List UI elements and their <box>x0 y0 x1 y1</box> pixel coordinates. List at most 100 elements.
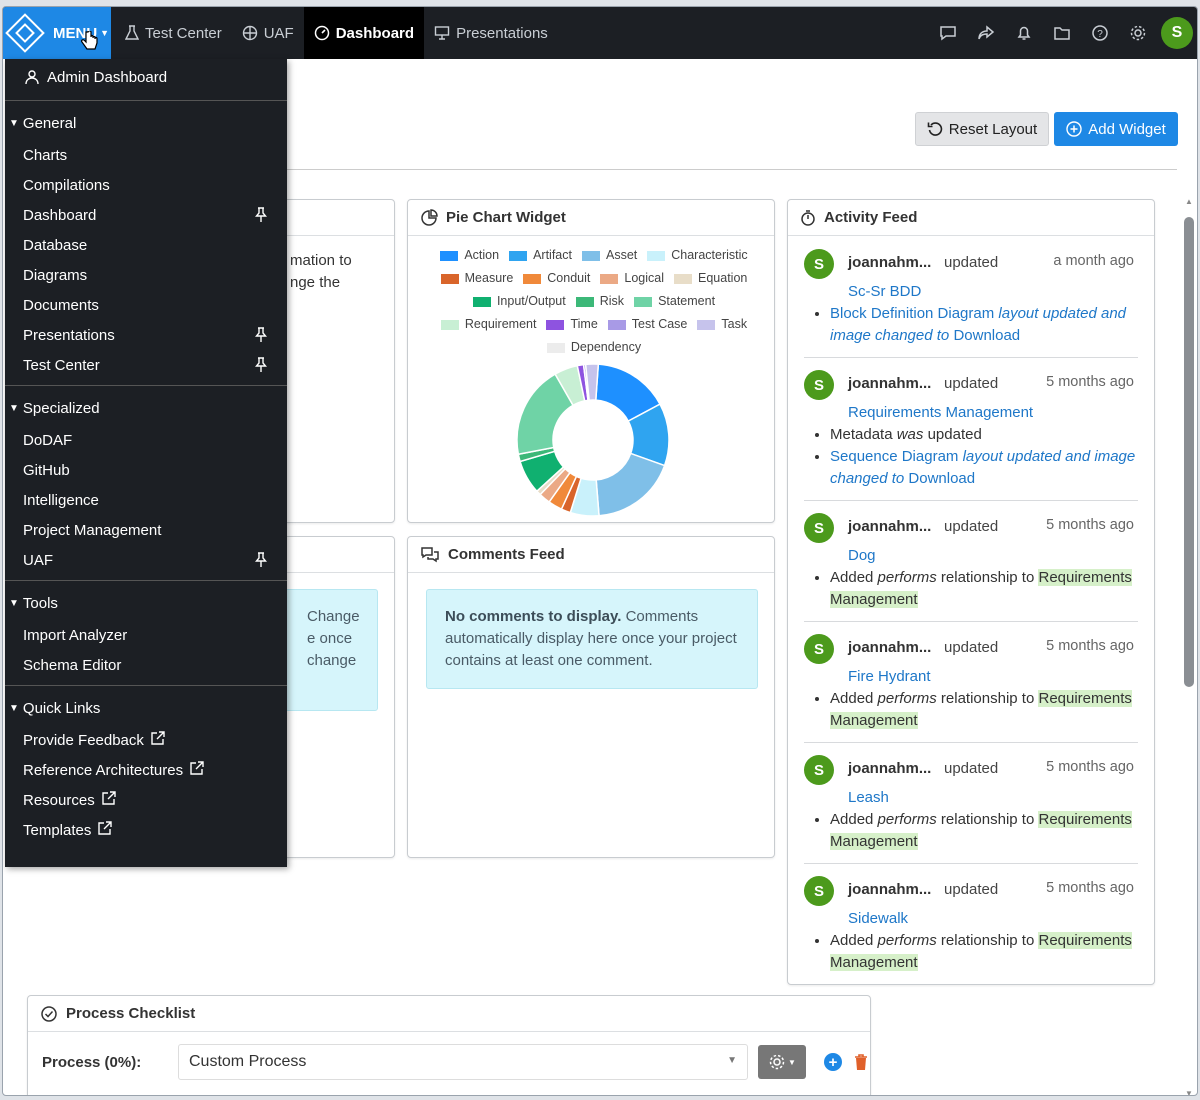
share-icon[interactable] <box>967 14 1005 52</box>
menu-section-general[interactable]: ▼ General <box>5 106 287 140</box>
legend-item[interactable]: Statement <box>634 290 715 313</box>
legend-item[interactable]: Task <box>697 313 747 336</box>
element-link[interactable]: Fire Hydrant <box>848 666 1138 688</box>
bell-icon[interactable] <box>1005 14 1043 52</box>
nav-uaf[interactable]: UAF <box>232 7 304 59</box>
process-settings-button[interactable]: ▼ <box>758 1045 806 1079</box>
change-link[interactable]: Block Definition Diagram layout updated … <box>830 305 1126 344</box>
legend-item[interactable]: Asset <box>581 244 637 267</box>
menu-item-project-management[interactable]: Project Management <box>5 515 287 545</box>
legend-item[interactable]: Input/Output <box>472 290 566 313</box>
change-text: Added <box>830 932 874 949</box>
user-name[interactable]: joannahm... <box>848 760 944 777</box>
element-link[interactable]: Dog <box>848 545 1138 567</box>
menu-item-label: Database <box>23 236 88 254</box>
help-icon[interactable]: ? <box>1081 14 1119 52</box>
menu-item-provide-feedback[interactable]: Provide Feedback <box>5 725 287 755</box>
legend-item[interactable]: Conduit <box>523 267 590 290</box>
menu-item-presentations[interactable]: Presentations <box>5 320 287 350</box>
element-link[interactable]: Requirements Management <box>848 402 1138 424</box>
user-name[interactable]: joannahm... <box>848 375 944 392</box>
legend-item[interactable]: Equation <box>674 267 747 290</box>
legend-item[interactable]: Dependency <box>546 336 641 359</box>
menu-item-compilations[interactable]: Compilations <box>5 170 287 200</box>
menu-section-quick-links[interactable]: ▼ Quick Links <box>5 691 287 725</box>
scroll-up-arrow[interactable]: ▲ <box>1184 197 1194 206</box>
change-link[interactable]: Sequence Diagram layout updated and imag… <box>830 448 1135 487</box>
nav-presentations[interactable]: Presentations <box>424 7 558 59</box>
menu-item-label: UAF <box>23 551 53 569</box>
legend-item[interactable]: Artifact <box>509 244 572 267</box>
legend-item[interactable]: Action <box>440 244 499 267</box>
pin-icon[interactable] <box>255 552 267 572</box>
legend-label: Input/Output <box>496 294 566 308</box>
legend-item[interactable]: Characteristic <box>647 244 748 267</box>
scroll-thumb[interactable] <box>1184 217 1194 687</box>
legend-swatch <box>509 250 528 261</box>
menu-item-diagrams[interactable]: Diagrams <box>5 260 287 290</box>
menu-item-schema-editor[interactable]: Schema Editor <box>5 650 287 680</box>
pin-icon[interactable] <box>255 357 267 377</box>
settings-gear-icon[interactable] <box>1119 14 1157 52</box>
add-widget-button[interactable]: Add Widget <box>1054 112 1178 146</box>
pie-slice-asset[interactable] <box>595 452 666 517</box>
reset-layout-button[interactable]: Reset Layout <box>915 112 1049 146</box>
legend-swatch <box>472 296 491 307</box>
menu-item-database[interactable]: Database <box>5 230 287 260</box>
download-link[interactable]: Download <box>953 327 1020 344</box>
process-select[interactable]: Custom Process ▼ <box>178 1044 748 1080</box>
menu-item-import-analyzer[interactable]: Import Analyzer <box>5 620 287 650</box>
menu-section-tools[interactable]: ▼ Tools <box>5 586 287 620</box>
external-link-icon <box>150 730 166 750</box>
element-link[interactable]: Sc-Sr BDD <box>848 281 1138 303</box>
change-text: relationship to <box>940 811 1035 828</box>
activity-feed-list[interactable]: S joannahm... updated a month ago Sc-Sr … <box>788 237 1154 977</box>
user-name[interactable]: joannahm... <box>848 881 944 898</box>
legend-item[interactable]: Test Case <box>607 313 687 336</box>
vertical-scrollbar[interactable]: ▲ ▼ <box>1183 197 1195 1095</box>
menu-item-dodaf[interactable]: DoDAF <box>5 425 287 455</box>
user-avatar[interactable]: S <box>1161 17 1193 49</box>
user-name[interactable]: joannahm... <box>848 639 944 656</box>
comment-icon[interactable] <box>929 14 967 52</box>
menu-item-uaf[interactable]: UAF <box>5 545 287 575</box>
add-process-icon[interactable]: + <box>824 1053 842 1071</box>
pin-icon[interactable] <box>255 207 267 227</box>
timestamp: a month ago <box>1053 253 1134 269</box>
menu-item-admin-dashboard[interactable]: Admin Dashboard <box>5 59 287 95</box>
menu-item-test-center[interactable]: Test Center <box>5 350 287 380</box>
legend-item[interactable]: Measure <box>440 267 513 290</box>
nav-test-center[interactable]: Test Center <box>115 7 232 59</box>
menu-item-reference-architectures[interactable]: Reference Architectures <box>5 755 287 785</box>
nav-dashboard[interactable]: Dashboard <box>303 7 425 59</box>
menu-section-specialized[interactable]: ▼ Specialized <box>5 391 287 425</box>
process-checklist-title: Process Checklist <box>66 1005 196 1022</box>
menu-item-github[interactable]: GitHub <box>5 455 287 485</box>
element-link[interactable]: Leash <box>848 787 1138 809</box>
menu-button[interactable]: MENU ▼ <box>3 7 111 59</box>
user-name[interactable]: joannahm... <box>848 254 944 271</box>
menu-item-resources[interactable]: Resources <box>5 785 287 815</box>
menu-item-dashboard[interactable]: Dashboard <box>5 200 287 230</box>
external-link-icon <box>189 760 205 780</box>
trash-icon[interactable] <box>854 1053 868 1071</box>
pin-icon[interactable] <box>255 327 267 347</box>
legend-item[interactable]: Logical <box>600 267 664 290</box>
no-comments-title: No comments to display. <box>445 608 622 625</box>
user-name[interactable]: joannahm... <box>848 518 944 535</box>
legend-item[interactable]: Risk <box>575 290 624 313</box>
element-link[interactable]: Sidewalk <box>848 908 1138 930</box>
legend-item[interactable]: Time <box>546 313 598 336</box>
menu-item-charts[interactable]: Charts <box>5 140 287 170</box>
legend-item[interactable]: Requirement <box>440 313 536 336</box>
download-link[interactable]: Download <box>908 470 975 487</box>
text-line: change <box>307 652 357 669</box>
scroll-down-arrow[interactable]: ▼ <box>1184 1089 1194 1095</box>
menu-item-documents[interactable]: Documents <box>5 290 287 320</box>
menu-item-label: GitHub <box>23 461 70 479</box>
folder-icon[interactable] <box>1043 14 1081 52</box>
process-checklist-header: Process Checklist <box>28 996 870 1032</box>
no-comments-box: No comments to display. Comments automat… <box>426 589 758 689</box>
menu-item-intelligence[interactable]: Intelligence <box>5 485 287 515</box>
menu-item-templates[interactable]: Templates <box>5 815 287 845</box>
